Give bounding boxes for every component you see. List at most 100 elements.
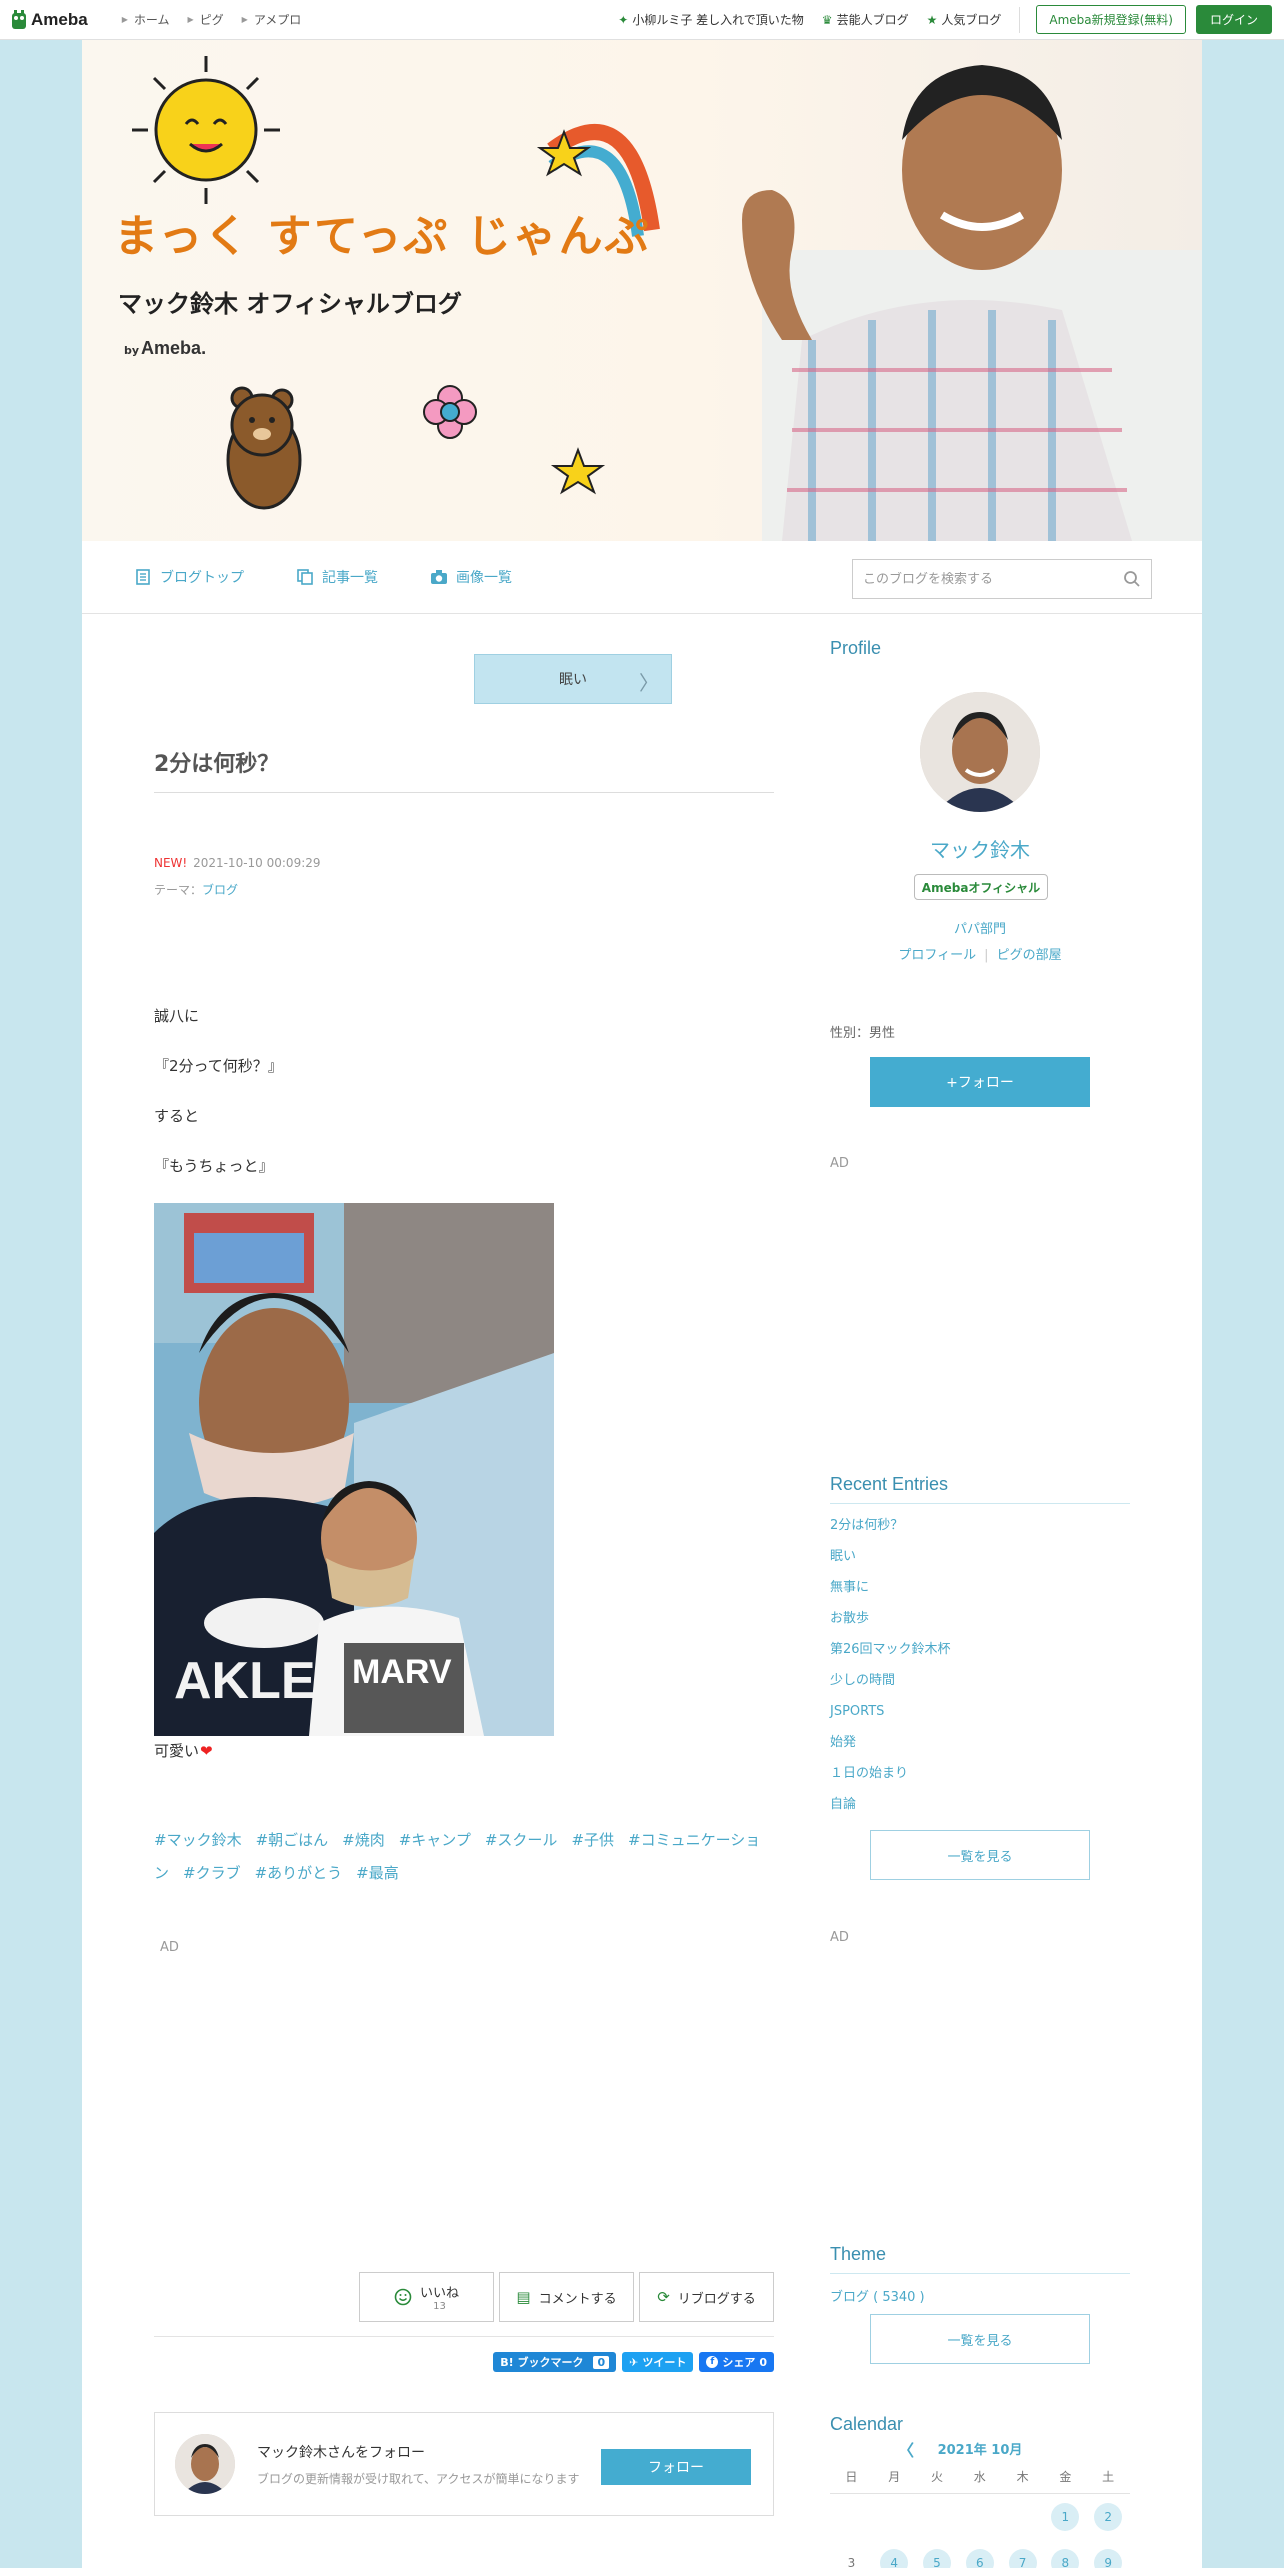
day-number: 9 xyxy=(1094,2549,1123,2568)
triangle-right-icon: ▶ xyxy=(241,15,248,24)
login-button[interactable]: ログイン xyxy=(1195,5,1272,34)
trending-link[interactable]: ✦ 小柳ルミ子 差し入れで頂いた物 xyxy=(618,11,804,28)
hashtag[interactable]: #キャンプ xyxy=(399,1831,471,1849)
hashtag[interactable]: #ありがとう xyxy=(255,1864,343,1882)
calendar-day[interactable]: 1 xyxy=(1044,2503,1087,2531)
facebook-share-button[interactable]: f シェア 0 xyxy=(699,2352,774,2372)
profile-category[interactable]: パパ部門 xyxy=(830,918,1130,937)
profile-link[interactable]: プロフィール xyxy=(898,948,976,963)
search-input[interactable] xyxy=(863,571,1123,587)
comment-label: コメントする xyxy=(538,2291,617,2307)
weekday: 月 xyxy=(888,2470,901,2484)
search-icon[interactable] xyxy=(1123,570,1141,588)
day-number xyxy=(1009,2503,1037,2531)
calendar: Calendar 〈 2021年 10月 日 月 火 水 木 金 土 1 2 3… xyxy=(830,2414,1130,2568)
calendar-day[interactable]: 5 xyxy=(916,2549,959,2568)
profile-name[interactable]: マック鈴木 xyxy=(830,834,1130,863)
theme-item-link[interactable]: ブログ ( 5340 ) xyxy=(830,2286,1130,2310)
photo-caption: 可愛い ❤ xyxy=(154,1740,213,1761)
profile-header: Profile xyxy=(830,638,1130,667)
hashtag[interactable]: #朝ごはん xyxy=(256,1831,329,1849)
entry-photo[interactable]: AKLE MARV xyxy=(154,1203,554,1736)
sidebar-follow-button[interactable]: +フォロー xyxy=(870,1057,1090,1107)
twitter-bird-icon: ✈ xyxy=(629,2355,639,2369)
hatena-bookmark-button[interactable]: B! ブックマーク 0 xyxy=(493,2352,617,2372)
recent-entry-link[interactable]: 少しの時間 xyxy=(830,1665,1130,1696)
nav-home[interactable]: ▶ ホーム xyxy=(122,11,170,28)
divider xyxy=(830,2273,1130,2274)
triangle-right-icon: ▶ xyxy=(121,15,128,24)
nav-entry-list[interactable]: 記事一覧 xyxy=(296,567,378,587)
hashtag[interactable]: #最高 xyxy=(356,1864,399,1882)
calendar-day[interactable]: 4 xyxy=(873,2549,916,2568)
theme-more-button[interactable]: 一覧を見る xyxy=(870,2314,1090,2364)
blog-header-image[interactable]: まっく すてっぷ じゃんぷ マック鈴木 オフィシャルブログ by Ameba. xyxy=(82,40,1202,541)
triangle-right-icon: ▶ xyxy=(187,15,194,24)
recent-entry-link[interactable]: 2分は何秒？ xyxy=(830,1510,1130,1541)
reblog-button[interactable]: ⟳ リブログする xyxy=(639,2272,774,2322)
nav-pigg-label: ピグ xyxy=(199,13,224,27)
recent-entry-link[interactable]: 始発 xyxy=(830,1727,1130,1758)
calendar-month-label: 2021年 10月 xyxy=(937,2443,1023,2458)
hashtag[interactable]: #マック鈴木 xyxy=(154,1831,242,1849)
hashtag[interactable]: #子供 xyxy=(571,1831,614,1849)
sparkle-icon: ✦ xyxy=(618,12,629,27)
calendar-day[interactable]: 9 xyxy=(1087,2549,1130,2568)
comment-button[interactable]: ▤ コメントする xyxy=(499,2272,634,2322)
nav-image-list[interactable]: 画像一覧 xyxy=(430,567,512,587)
pigg-room-link[interactable]: ピグの部屋 xyxy=(997,948,1062,963)
recent-entry-link[interactable]: JSPORTS xyxy=(830,1696,1130,1727)
body-line: 『2分って何秒？』 xyxy=(154,1057,283,1075)
recent-entry-link[interactable]: 無事に xyxy=(830,1572,1130,1603)
recent-entries: Recent Entries 2分は何秒？ 眠い 無事に お散歩 第26回マック… xyxy=(830,1474,1130,1880)
calendar-week: 1 2 xyxy=(830,2494,1130,2540)
nav-blog-top[interactable]: ブログトップ xyxy=(134,567,244,587)
entry-theme: テーマ：ブログ xyxy=(154,881,238,898)
theme-section: Theme ブログ ( 5340 ) 一覧を見る xyxy=(830,2244,1130,2364)
calendar-day[interactable]: 8 xyxy=(1044,2549,1087,2568)
nav-amepro[interactable]: ▶ アメプロ xyxy=(242,11,302,28)
day-number xyxy=(966,2503,994,2531)
new-badge: NEW! xyxy=(154,856,188,870)
day-number: 6 xyxy=(965,2549,994,2568)
follow-text: マック鈴木さんをフォロー ブログの更新情報が受け取れて、アクセスが簡単になります xyxy=(257,2442,579,2487)
hatena-label: B! ブックマーク xyxy=(500,2356,584,2369)
nav-home-label: ホーム xyxy=(133,13,170,27)
chevron-left-icon[interactable]: 〈 xyxy=(898,2437,914,2461)
divider xyxy=(154,2336,774,2337)
calendar-day[interactable]: 6 xyxy=(958,2549,1001,2568)
follow-button[interactable]: フォロー xyxy=(601,2449,751,2485)
recent-list: 2分は何秒？ 眠い 無事に お散歩 第26回マック鈴木杯 少しの時間 JSPOR… xyxy=(830,1510,1130,1820)
calendar-day[interactable]: 7 xyxy=(1001,2549,1044,2568)
hashtag[interactable]: #焼肉 xyxy=(342,1831,385,1849)
recent-entry-link[interactable]: 第26回マック鈴木杯 xyxy=(830,1634,1130,1665)
day-number: 7 xyxy=(1008,2549,1037,2568)
celebrity-blog-link[interactable]: ♛ 芸能人ブログ xyxy=(822,11,909,28)
hashtag[interactable]: #クラブ xyxy=(183,1864,241,1882)
recent-entry-link[interactable]: 自論 xyxy=(830,1789,1130,1820)
reaction-buttons: いいね 13 ▤ コメントする ⟳ リブログする xyxy=(354,2272,774,2322)
reblog-label: リブログする xyxy=(677,2291,756,2307)
nav-pigg[interactable]: ▶ ピグ xyxy=(187,11,223,28)
register-button[interactable]: Ameba新規登録(無料) xyxy=(1036,5,1186,34)
recent-entry-link[interactable]: お散歩 xyxy=(830,1603,1130,1634)
ameba-logo[interactable]: Ameba xyxy=(10,9,88,31)
entry-title[interactable]: 2分は何秒？ xyxy=(154,746,774,793)
like-button[interactable]: いいね 13 xyxy=(359,2272,494,2322)
recent-more-button[interactable]: 一覧を見る xyxy=(870,1830,1090,1880)
prev-entry-button[interactable]: 眠い 〉 xyxy=(474,654,672,704)
nav-blog-top-label: ブログトップ xyxy=(160,570,244,586)
blog-container: まっく すてっぷ じゃんぷ マック鈴木 オフィシャルブログ by Ameba. … xyxy=(82,40,1202,2568)
tweet-button[interactable]: ✈ ツイート xyxy=(622,2352,694,2372)
recent-entry-link[interactable]: １日の始まり xyxy=(830,1758,1130,1789)
nav-entry-list-label: 記事一覧 xyxy=(322,570,378,586)
like-count: 13 xyxy=(433,2301,446,2312)
theme-link[interactable]: ブログ xyxy=(202,883,238,897)
profile-avatar[interactable] xyxy=(920,692,1040,812)
hashtag[interactable]: #スクール xyxy=(485,1831,558,1849)
weekday: 土 xyxy=(1102,2470,1115,2484)
prev-entry-label: 眠い xyxy=(559,672,587,688)
recent-entry-link[interactable]: 眠い xyxy=(830,1541,1130,1572)
calendar-day[interactable]: 2 xyxy=(1087,2503,1130,2531)
popular-blog-link[interactable]: ★ 人気ブログ xyxy=(927,11,1002,28)
